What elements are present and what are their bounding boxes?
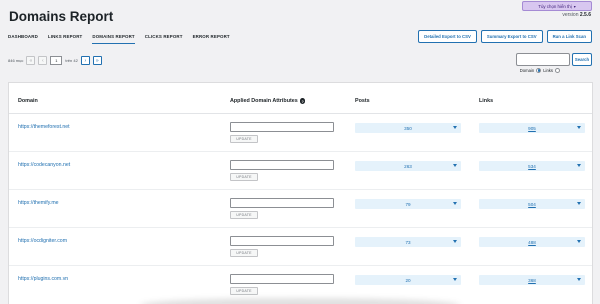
domain-link[interactable]: https://themeforest.net: [18, 124, 70, 130]
column-header-links: Links: [479, 98, 494, 104]
update-button[interactable]: UPDATE: [230, 211, 258, 219]
page-title: Domains Report: [9, 9, 114, 24]
export-toolbar: Detailed Export to CSV Summary Export to…: [418, 30, 592, 43]
display-options-label: Tùy chọn hiển thị: [538, 3, 572, 9]
posts-dropdown[interactable]: 79: [355, 199, 461, 209]
domain-link[interactable]: https://themify.me: [18, 200, 59, 206]
column-header-posts: Posts: [355, 98, 370, 104]
column-header-attributes: Applied Domain Attributes ?: [230, 98, 306, 104]
posts-dropdown[interactable]: 350: [355, 123, 461, 133]
links-count: 368: [528, 277, 536, 283]
posts-count: 73: [405, 239, 411, 245]
dropdown-arrow-icon: [453, 163, 457, 167]
next-page-button[interactable]: ›: [80, 56, 90, 65]
dropdown-arrow-icon: [577, 277, 581, 281]
last-page-button[interactable]: »: [92, 56, 102, 65]
domain-link[interactable]: https://codecanyon.net: [18, 162, 70, 168]
first-page-button[interactable]: «: [26, 56, 36, 65]
attributes-input[interactable]: [230, 122, 334, 132]
update-button[interactable]: UPDATE: [230, 135, 258, 143]
table-row: https://themify.me UPDATE 79 504: [9, 190, 592, 228]
detailed-export-button[interactable]: Detailed Export to CSV: [418, 30, 477, 43]
version-label: version: [562, 12, 579, 18]
run-link-scan-button[interactable]: Run a Link Scan: [546, 30, 592, 43]
update-button[interactable]: UPDATE: [230, 249, 258, 257]
table-row: https://ocdigniter.com UPDATE 73 488: [9, 228, 592, 266]
search-mode: Domain Links: [520, 68, 560, 73]
display-options-button[interactable]: Tùy chọn hiển thị ▾: [522, 1, 592, 11]
search-option-domain-radio[interactable]: [536, 68, 542, 73]
posts-dropdown[interactable]: 263: [355, 161, 461, 171]
search-option-links-label: Links: [543, 68, 553, 73]
tab-clicks-report[interactable]: CLICKS REPORT: [145, 34, 183, 44]
attributes-input[interactable]: [230, 274, 334, 284]
help-icon[interactable]: ?: [299, 98, 306, 104]
posts-count: 350: [404, 125, 412, 131]
version-text: version 2.5.6: [562, 12, 591, 18]
links-dropdown[interactable]: 488: [479, 237, 585, 247]
domain-link[interactable]: https://plugins.com.vn: [18, 276, 68, 282]
update-button[interactable]: UPDATE: [230, 287, 258, 295]
version-number: 2.5.6: [579, 12, 591, 18]
column-header-domain: Domain: [18, 98, 38, 104]
posts-count: 20: [405, 277, 411, 283]
links-count: 504: [528, 201, 536, 207]
links-dropdown[interactable]: 905: [479, 123, 585, 133]
posts-count: 79: [405, 201, 411, 207]
item-count: 846 mục: [8, 58, 24, 63]
table-row: https://codecanyon.net UPDATE 263 534: [9, 152, 592, 190]
links-count: 488: [528, 239, 536, 245]
posts-dropdown[interactable]: 73: [355, 237, 461, 247]
dropdown-arrow-icon: [577, 239, 581, 243]
summary-export-button[interactable]: Summary Export to CSV: [480, 30, 543, 43]
tab-links-report[interactable]: LINKS REPORT: [48, 34, 83, 44]
links-dropdown[interactable]: 534: [479, 161, 585, 171]
caret-down-icon: ▾: [573, 3, 576, 9]
attributes-input[interactable]: [230, 160, 334, 170]
search-option-domain-label: Domain: [519, 68, 535, 73]
tab-domains-report[interactable]: DOMAINS REPORT: [92, 34, 135, 44]
links-count: 534: [528, 163, 536, 169]
attributes-input[interactable]: [230, 236, 334, 246]
dropdown-arrow-icon: [453, 239, 457, 243]
pagination: 846 mục « ‹ 1 trên 42 › »: [8, 56, 102, 65]
update-button[interactable]: UPDATE: [230, 173, 258, 181]
total-pages: trên 42: [65, 58, 78, 63]
dropdown-arrow-icon: [577, 163, 581, 167]
dropdown-arrow-icon: [577, 201, 581, 205]
table-row: https://themeforest.net UPDATE 350 905: [9, 114, 592, 152]
posts-count: 263: [404, 163, 412, 169]
dropdown-arrow-icon: [577, 125, 581, 129]
current-page-input[interactable]: 1: [50, 56, 63, 65]
tab-dashboard[interactable]: DASHBOARD: [8, 34, 38, 44]
domain-link[interactable]: https://ocdigniter.com: [18, 238, 67, 244]
search-button[interactable]: Search: [572, 53, 592, 66]
prev-page-button[interactable]: ‹: [38, 56, 48, 65]
column-header-attributes-label: Applied Domain Attributes: [230, 98, 298, 104]
links-count: 905: [528, 125, 536, 131]
attributes-input[interactable]: [230, 198, 334, 208]
tab-error-report[interactable]: ERROR REPORT: [193, 34, 230, 44]
search-input[interactable]: [516, 53, 570, 66]
posts-dropdown[interactable]: 20: [355, 275, 461, 285]
dropdown-arrow-icon: [453, 277, 457, 281]
dropdown-arrow-icon: [453, 125, 457, 129]
domains-table: Domain Applied Domain Attributes ? Posts…: [8, 82, 593, 304]
links-dropdown[interactable]: 504: [479, 199, 585, 209]
search-option-links-radio[interactable]: [555, 68, 560, 73]
report-tabs: DASHBOARD LINKS REPORT DOMAINS REPORT CL…: [8, 34, 230, 44]
dropdown-arrow-icon: [453, 201, 457, 205]
links-dropdown[interactable]: 368: [479, 275, 585, 285]
